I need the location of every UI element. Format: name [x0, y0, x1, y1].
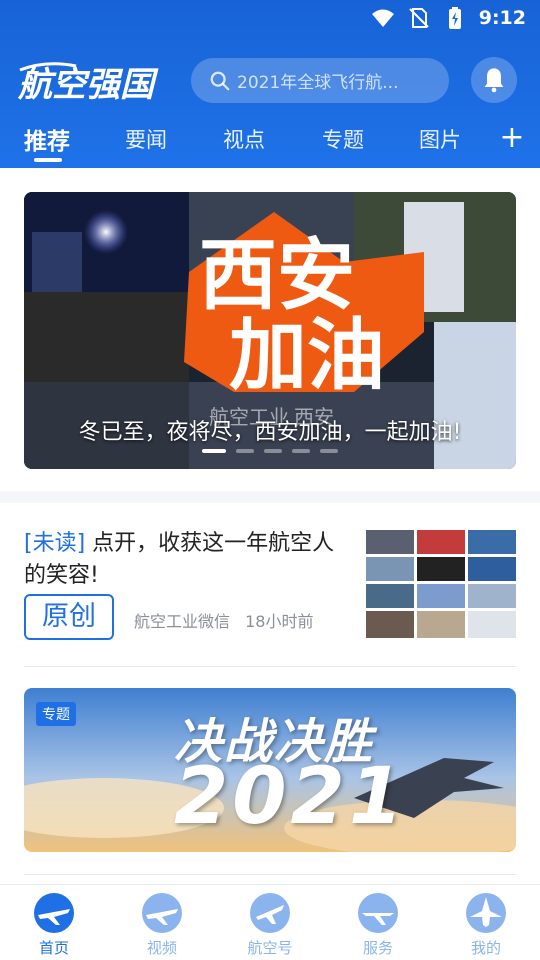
- wifi-icon: [371, 9, 394, 27]
- profile-jet-icon: [466, 893, 506, 933]
- no-sim-icon: [409, 8, 429, 28]
- aviation-account-icon: [250, 893, 290, 933]
- nav-label: 服务: [362, 939, 393, 957]
- search-icon: [210, 71, 230, 90]
- nav-label: 首页: [38, 939, 69, 957]
- tab-news[interactable]: 要闻: [125, 124, 167, 154]
- home-plane-icon: [34, 893, 74, 933]
- battery-charging-icon: [448, 7, 461, 29]
- article-source: 航空工业微信: [134, 612, 231, 631]
- search-placeholder: 2021年全球飞行航...: [237, 73, 399, 93]
- nav-label: 我的: [470, 939, 501, 957]
- article-card[interactable]: [未读] 点开，收获这一年航空人的笑容! 原创 航空工业微信 18小时前: [24, 528, 516, 640]
- nav-video[interactable]: 视频: [122, 891, 202, 958]
- article-title: [未读] 点开，收获这一年航空人的笑容!: [24, 528, 346, 592]
- app-root: 9:12 航空强国 2021年全球飞行航... 推荐 要闻 视点 专题 图片 +…: [0, 0, 540, 960]
- unread-tag: [未读]: [24, 531, 86, 556]
- nav-service[interactable]: 服务: [338, 891, 418, 958]
- bell-icon: [484, 68, 504, 93]
- banner-headline-1: 西安: [199, 231, 355, 319]
- app-header: 9:12 航空强国 2021年全球飞行航... 推荐 要闻 视点 专题 图片 +: [0, 0, 540, 168]
- tab-viewpoint[interactable]: 视点: [223, 124, 265, 154]
- status-time: 9:12: [478, 7, 526, 29]
- special-tag: 专题: [36, 702, 76, 726]
- original-badge: 原创: [24, 594, 114, 640]
- carousel-dot[interactable]: [292, 449, 310, 453]
- divider: [24, 666, 516, 667]
- nav-aviation-account[interactable]: 航空号: [230, 891, 310, 958]
- tab-topics[interactable]: 专题: [322, 124, 364, 154]
- nav-label: 航空号: [247, 939, 293, 957]
- hero-banner[interactable]: 西安 加油 航空工业 西安 冬已至，夜将尽，西安加油，一起加油!: [24, 192, 516, 469]
- article-thumbnail: [366, 530, 516, 638]
- logo-text: 航空强国: [17, 66, 159, 104]
- add-tab-button[interactable]: +: [498, 118, 526, 158]
- search-bar[interactable]: 2021年全球飞行航...: [191, 58, 449, 103]
- banner-caption: 冬已至，夜将尽，西安加油，一起加油!: [78, 420, 462, 445]
- carousel-indicator: [24, 449, 516, 453]
- tab-pictures[interactable]: 图片: [419, 124, 461, 154]
- logo-mark: 航空强国: [17, 62, 159, 104]
- banner-headline-2: 加油: [229, 311, 385, 399]
- carousel-dot[interactable]: [236, 449, 254, 453]
- carousel-dot[interactable]: [320, 449, 338, 453]
- article-meta: 航空工业微信 18小时前: [134, 608, 323, 632]
- nav-me[interactable]: 我的: [446, 891, 526, 958]
- category-tabs: 推荐 要闻 视点 专题 图片 +: [0, 118, 540, 164]
- app-logo[interactable]: 航空强国: [16, 58, 172, 106]
- article-time: 18小时前: [245, 612, 314, 631]
- special-topic-card[interactable]: 专题 决战决胜 2021: [24, 688, 516, 852]
- service-plane-icon: [358, 893, 398, 933]
- carousel-dot[interactable]: [264, 449, 282, 453]
- divider: [24, 874, 516, 875]
- special-year: 2021: [174, 752, 408, 842]
- status-bar: 9:12: [0, 0, 540, 38]
- tab-recommend[interactable]: 推荐: [24, 122, 70, 156]
- status-icons: 9:12: [371, 6, 526, 30]
- carousel-dot[interactable]: [202, 449, 226, 453]
- video-plane-icon: [142, 893, 182, 933]
- thumbnail-collage: [366, 530, 516, 638]
- nav-home[interactable]: 首页: [14, 891, 94, 958]
- section-gap: [0, 491, 540, 503]
- nav-label: 视频: [146, 939, 177, 957]
- active-tab-indicator: [34, 158, 62, 162]
- notification-button[interactable]: [471, 57, 517, 103]
- bottom-navigation: 首页 视频 航空号 服务 我的: [0, 884, 540, 960]
- feed: 西安 加油 航空工业 西安 冬已至，夜将尽，西安加油，一起加油! [未读] 点开…: [0, 168, 540, 884]
